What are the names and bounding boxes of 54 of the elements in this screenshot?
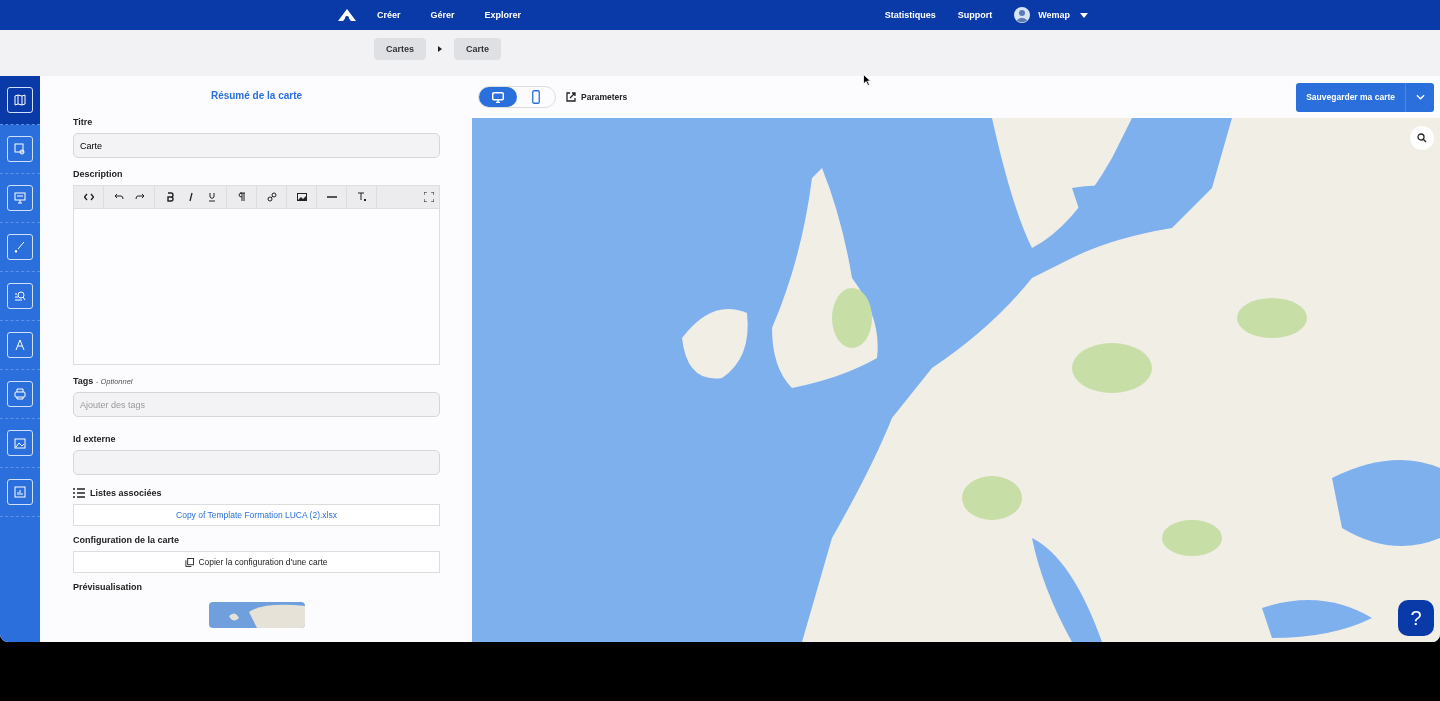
nav-link[interactable]: Créer [377, 10, 401, 20]
field-label: Listes associées [90, 488, 162, 498]
screen-icon [14, 192, 26, 204]
list-icon [73, 488, 85, 498]
field-label: Description [73, 169, 124, 179]
parameters-link[interactable]: Parameters [566, 92, 628, 102]
breadcrumb-item[interactable]: Carte [454, 38, 502, 60]
print-icon [14, 388, 26, 400]
external-link-icon [566, 92, 576, 102]
undo-icon [113, 192, 124, 202]
field-label: Configuration de la carte [73, 535, 180, 545]
breadcrumb-item[interactable]: Cartes [374, 38, 426, 60]
code-icon [83, 192, 94, 202]
underline-icon [206, 192, 217, 202]
list-link[interactable]: Copy of Template Formation LUCA (2).xlsx [73, 504, 440, 526]
search-icon [1417, 133, 1427, 143]
nav-link[interactable]: Support [957, 10, 993, 20]
copy-config-button[interactable]: Copier la configuration d'une carte [73, 551, 440, 573]
tags-field[interactable]: Ajouter des tags [73, 392, 440, 417]
bold-icon [164, 192, 175, 202]
field-label: Id externe [73, 434, 117, 444]
para-icon [236, 192, 247, 202]
clear-icon [356, 192, 367, 202]
chevron-down-icon [1415, 94, 1425, 100]
save-button[interactable]: Sauvegarder ma carte [1296, 82, 1406, 112]
chart-icon [14, 486, 26, 498]
logo-icon[interactable] [337, 8, 357, 22]
caret-icon[interactable] [1080, 12, 1088, 18]
phone-icon [532, 90, 540, 104]
desktop-view-button[interactable] [479, 87, 517, 107]
help-button[interactable]: ? [1398, 600, 1434, 636]
link-icon [266, 192, 277, 202]
field-label: Titre [73, 117, 94, 127]
nav-link[interactable]: Explorer [484, 10, 522, 20]
map-icon [14, 94, 26, 106]
nav-link[interactable]: Statistiques [884, 10, 936, 20]
image-icon [14, 437, 26, 449]
redo-icon [134, 192, 145, 202]
external-id-field[interactable] [73, 450, 440, 475]
panel-title: Résumé de la carte [209, 90, 304, 101]
expand-icon [423, 192, 434, 202]
monitor-icon [492, 91, 504, 103]
avatar-icon[interactable] [1014, 7, 1031, 23]
user-menu[interactable]: Wemap [1038, 10, 1070, 20]
chevron-icon [438, 46, 442, 52]
title-field[interactable]: Carte [73, 133, 440, 158]
field-label: Prévisualisation [73, 582, 144, 592]
font-icon [14, 339, 26, 351]
brush-icon [14, 241, 26, 253]
nav-link[interactable]: Gérer [430, 10, 455, 20]
image-icon [296, 192, 307, 202]
sidebar-item[interactable] [0, 76, 40, 125]
search-icon [14, 290, 26, 302]
copy-icon [185, 557, 195, 567]
